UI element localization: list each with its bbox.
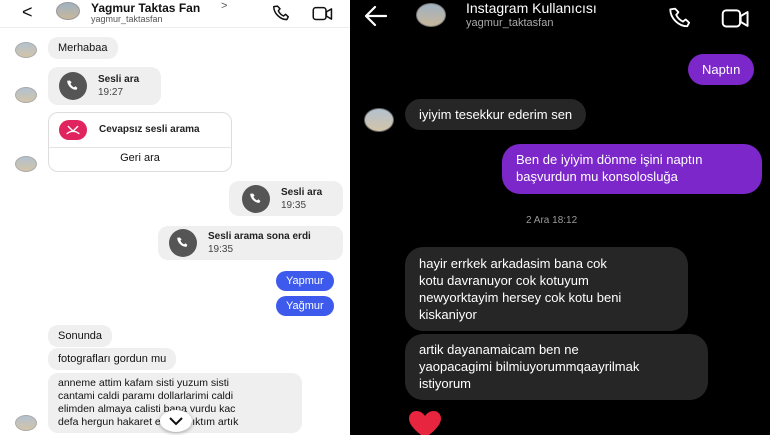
avatar xyxy=(15,42,37,58)
divider xyxy=(49,147,231,148)
message-line: anneme attim kafam sisti yuzum sisti xyxy=(58,377,229,389)
message-line: newyorktayim hersey cok kotu beni xyxy=(419,290,622,305)
chat-header: < Yagmur Taktas Fan > yagmur_taktasfan xyxy=(0,0,350,28)
incoming-message: Sonunda xyxy=(48,325,113,347)
video-call-icon[interactable] xyxy=(721,6,751,37)
contact-name[interactable]: Yagmur Taktas Fan xyxy=(91,1,200,15)
contact-name[interactable]: Instagram Kullanıcısı xyxy=(466,0,597,16)
outgoing-message: Yağmur xyxy=(276,296,334,316)
call-title: Sesli ara xyxy=(281,187,323,198)
message-line: hayir errkek arkadasim bana cok xyxy=(419,256,607,271)
contact-username: yagmur_taktasfan xyxy=(91,14,163,24)
missed-call-title: Cevapsız sesli arama xyxy=(99,124,200,135)
outgoing-message: Naptın xyxy=(688,54,755,85)
callback-button[interactable]: Geri ara xyxy=(49,152,231,164)
message-line: başvurdun mu konsolosluğa xyxy=(516,169,678,184)
call-time: 19:35 xyxy=(208,244,234,255)
incoming-message: Merhabaa xyxy=(48,37,118,59)
avatar xyxy=(364,108,394,132)
phone-icon[interactable] xyxy=(272,4,292,29)
message-line: yaopacagimi bilmiuyorummqaayrilmak xyxy=(419,359,640,374)
call-bubble[interactable]: Sesli ara 19:35 xyxy=(229,181,343,216)
avatar[interactable] xyxy=(416,3,446,27)
avatar xyxy=(15,156,37,172)
message-line: cantami caldi paramı dollarlarimi caldi xyxy=(58,390,234,402)
message-line: Ben de iyiyim dönme işini naptın xyxy=(516,152,703,167)
scroll-down-button[interactable] xyxy=(160,410,192,432)
heart-reaction[interactable] xyxy=(408,410,442,435)
phone-icon[interactable] xyxy=(668,6,694,37)
outgoing-message: Yapmur xyxy=(276,271,334,291)
avatar xyxy=(15,415,37,431)
avatar[interactable] xyxy=(56,2,80,20)
phone-icon xyxy=(59,72,87,100)
call-bubble[interactable]: Sesli ara 19:27 xyxy=(48,67,161,105)
incoming-message: fotografları gordun mu xyxy=(48,348,177,370)
chevron-down-icon xyxy=(169,417,183,426)
missed-call-card: Cevapsız sesli arama Geri ara xyxy=(48,112,232,172)
incoming-message: artik dayanamaicam ben ne yaopacagimi bi… xyxy=(405,334,708,400)
back-button[interactable]: < xyxy=(22,2,33,23)
incoming-message: iyiyim tesekkur ederim sen xyxy=(405,99,587,130)
call-title: Sesli arama sona erdi xyxy=(208,231,311,242)
message-line: istiyorum xyxy=(419,376,472,391)
message-line: kotu davranuyor cok kotuyum xyxy=(419,273,589,288)
missed-call-icon xyxy=(59,120,87,140)
outgoing-message: Ben de iyiyim dönme işini naptın başvurd… xyxy=(502,144,762,194)
video-call-icon[interactable] xyxy=(312,4,334,29)
phone-icon xyxy=(242,185,270,213)
call-bubble[interactable]: Sesli arama sona erdi 19:35 xyxy=(158,226,343,260)
message-line: kiskaniyor xyxy=(419,307,477,322)
message-line: artik dayanamaicam ben ne xyxy=(419,342,579,357)
call-time: 19:27 xyxy=(98,87,124,98)
right-chat-screen: Instagram Kullanıcısı yagmur_taktasfan N… xyxy=(350,0,770,435)
date-separator: 2 Ara 18:12 xyxy=(526,215,578,226)
call-time: 19:35 xyxy=(281,200,307,211)
call-ended-icon xyxy=(169,229,197,257)
incoming-message: hayir errkek arkadasim bana cok kotu dav… xyxy=(405,247,688,331)
back-arrow-icon[interactable] xyxy=(362,2,390,35)
call-title: Sesli ara xyxy=(98,74,140,85)
chevron-right-icon[interactable]: > xyxy=(221,0,227,12)
avatar xyxy=(15,87,37,103)
left-chat-screen: < Yagmur Taktas Fan > yagmur_taktasfan M… xyxy=(0,0,350,435)
contact-username: yagmur_taktasfan xyxy=(466,17,554,29)
